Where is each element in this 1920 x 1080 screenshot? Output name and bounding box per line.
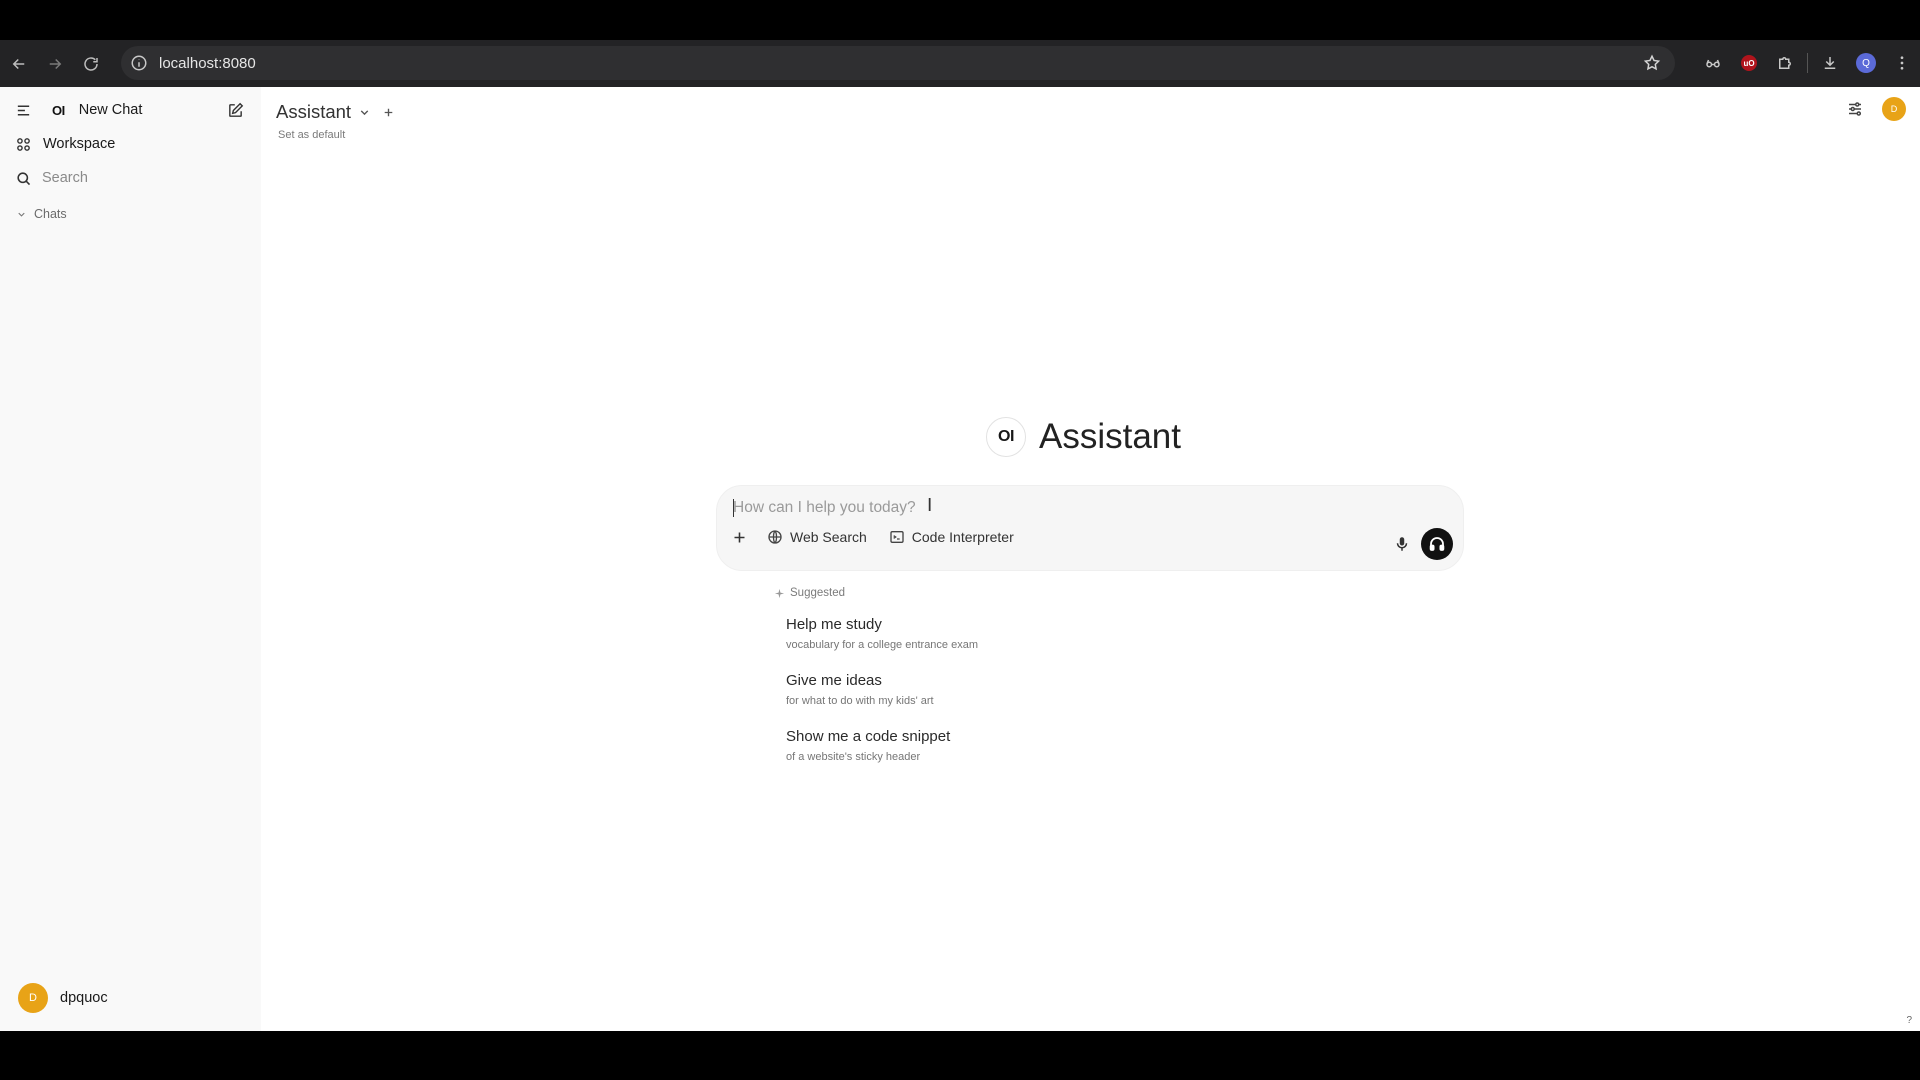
chats-label: Chats — [34, 207, 67, 221]
search-input[interactable]: Search — [42, 170, 88, 186]
plus-icon — [734, 532, 744, 542]
screen-bottom-border — [0, 1031, 1920, 1080]
set-default-link[interactable]: Set as default — [278, 129, 345, 141]
globe-icon — [768, 530, 782, 544]
add-model-icon[interactable] — [382, 106, 395, 119]
composer-tools: Web Search Code Interpreter — [729, 525, 1014, 549]
help-button[interactable]: ? — [1906, 1015, 1912, 1026]
suggestion-subtitle: for what to do with my kids' art — [786, 695, 934, 707]
headphones-icon — [1429, 537, 1445, 551]
site-info-icon[interactable] — [130, 54, 148, 72]
new-chat-label: New Chat — [78, 102, 143, 118]
workspace-label: Workspace — [43, 136, 116, 152]
model-name: Assistant — [276, 101, 352, 122]
sidebar-item-workspace[interactable]: Workspace — [0, 135, 261, 153]
sparkle-icon — [774, 588, 785, 598]
header-actions: D — [1846, 97, 1906, 121]
downloads-button[interactable] — [1812, 46, 1848, 80]
kebab-menu-icon — [1900, 56, 1904, 70]
code-interpreter-toggle[interactable]: Code Interpreter — [889, 529, 1014, 545]
sidebar-search[interactable]: Search — [0, 169, 261, 187]
reload-button[interactable] — [74, 47, 108, 81]
toolbar-divider — [1807, 53, 1808, 73]
chevron-down-icon — [18, 212, 25, 217]
profile-avatar: Q — [1856, 53, 1876, 73]
hero-logo: OI — [986, 417, 1026, 457]
suggestion-item[interactable]: Help me study vocabulary for a college e… — [786, 616, 978, 651]
new-chat-button[interactable]: OI New Chat — [52, 102, 142, 118]
download-icon — [1824, 57, 1836, 69]
reload-icon — [84, 56, 98, 71]
mouse-cursor: I — [927, 495, 933, 516]
browser-toolbar: localhost:8080 uO Q — [0, 40, 1920, 87]
message-composer: Web Search Code Interpreter — [716, 485, 1464, 571]
text-caret — [733, 499, 734, 517]
browser-menu-button[interactable] — [1884, 46, 1920, 80]
attach-button[interactable] — [729, 527, 749, 547]
screen-top-border — [0, 0, 1920, 40]
grid-icon — [14, 135, 32, 153]
ublock-icon: uO — [1741, 55, 1757, 71]
hero-title: Assistant — [1039, 417, 1181, 456]
app-logo: OI — [52, 102, 65, 118]
address-bar[interactable]: localhost:8080 — [121, 46, 1675, 80]
suggestion-subtitle: vocabulary for a college entrance exam — [786, 639, 978, 651]
suggested-label: Suggested — [790, 587, 845, 599]
screen: localhost:8080 uO Q OI New Chat Workspac… — [0, 0, 1920, 1080]
arrow-left-icon — [12, 58, 25, 69]
bookmark-star-icon[interactable] — [1643, 54, 1661, 72]
suggestion-title: Give me ideas — [786, 672, 882, 689]
controls-sliders-icon[interactable] — [1846, 100, 1864, 118]
forward-button[interactable] — [38, 47, 72, 81]
suggestion-title: Help me study — [786, 616, 882, 633]
web-search-label: Web Search — [790, 529, 867, 545]
code-interpreter-label: Code Interpreter — [911, 529, 1014, 545]
sidebar-top-row: OI New Chat — [0, 101, 261, 119]
web-search-toggle[interactable]: Web Search — [767, 529, 867, 545]
search-icon — [14, 169, 32, 187]
suggestion-item[interactable]: Give me ideas for what to do with my kid… — [786, 672, 934, 707]
chevron-down-icon — [360, 109, 369, 115]
compose-button[interactable] — [226, 101, 244, 119]
extension-glasses[interactable] — [1695, 46, 1731, 80]
user-menu-button[interactable]: D dpquoc — [0, 983, 261, 1013]
back-button[interactable] — [2, 47, 36, 81]
menu-icon — [17, 105, 29, 115]
chats-section-toggle[interactable]: Chats — [0, 207, 261, 221]
hero: OI Assistant — [986, 417, 1181, 457]
voice-mode-button[interactable] — [1421, 528, 1453, 560]
url-text: localhost:8080 — [159, 54, 256, 72]
browser-extensions: uO Q — [1695, 46, 1920, 80]
edit-icon — [228, 102, 243, 117]
glasses-icon — [1706, 59, 1720, 68]
user-name: dpquoc — [60, 990, 108, 1006]
suggested-header: Suggested — [774, 587, 845, 599]
sidebar: OI New Chat Workspace Search Chats D dpq… — [0, 87, 261, 1031]
header-user-avatar[interactable]: D — [1882, 97, 1906, 121]
extension-ublock[interactable]: uO — [1731, 46, 1767, 80]
arrow-right-icon — [49, 58, 62, 69]
profile-button[interactable]: Q — [1848, 46, 1884, 80]
message-input[interactable] — [733, 496, 1373, 520]
user-avatar: D — [18, 983, 48, 1013]
terminal-icon — [890, 531, 904, 543]
puzzle-icon — [1779, 57, 1791, 69]
extensions-button[interactable] — [1767, 46, 1803, 80]
microphone-icon[interactable] — [1393, 535, 1411, 553]
model-selector[interactable]: Assistant — [276, 101, 395, 123]
suggestion-title: Show me a code snippet — [786, 728, 951, 745]
sidebar-toggle-button[interactable] — [14, 101, 32, 119]
app-window: OI New Chat Workspace Search Chats D dpq… — [0, 87, 1920, 1031]
suggestion-subtitle: of a website's sticky header — [786, 751, 921, 763]
suggestion-item[interactable]: Show me a code snippet of a website's st… — [786, 728, 950, 763]
